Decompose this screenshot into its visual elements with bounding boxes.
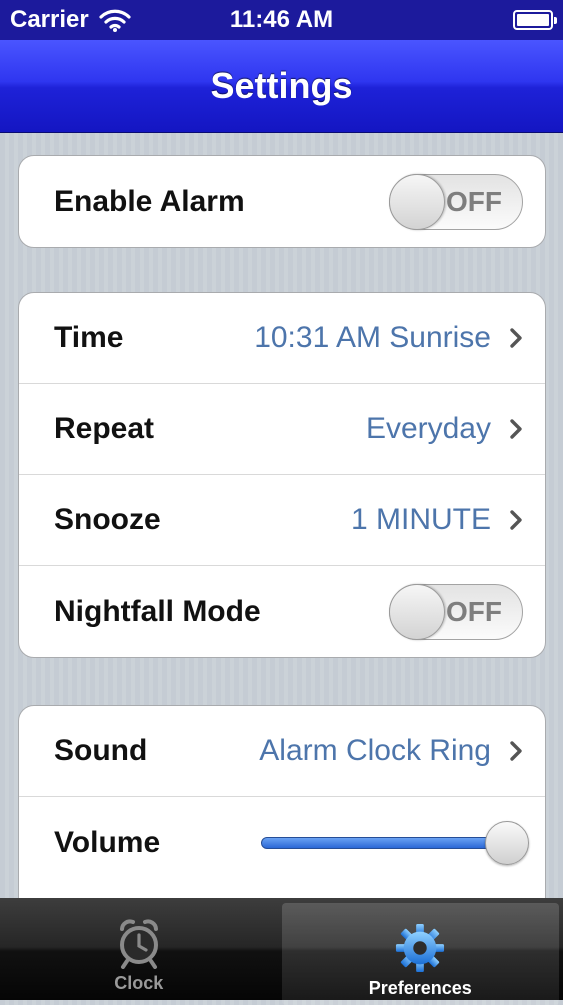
slider-track [261, 836, 507, 849]
repeat-value: Everyday [365, 412, 491, 445]
tab-clock[interactable]: Clock [0, 898, 278, 1000]
enable-alarm-row: Enable Alarm OFF [19, 156, 545, 247]
tab-bar: Clock Preferences [0, 898, 563, 1005]
tab-label: Clock [114, 973, 164, 993]
repeat-row[interactable]: Repeat Everyday [19, 384, 545, 475]
alarm-clock-icon [119, 919, 158, 969]
alarm-group: Enable Alarm OFF [18, 155, 546, 248]
status-time: 11:46 AM [229, 6, 334, 33]
sound-row[interactable]: Sound Alarm Clock Ring [19, 706, 545, 797]
gear-icon [396, 923, 445, 973]
toggle-state: OFF [446, 185, 502, 217]
page-title: Settings [210, 65, 353, 106]
toggle-state: OFF [446, 595, 502, 627]
snooze-row[interactable]: Snooze 1 MINUTE [19, 475, 545, 566]
enable-alarm-label: Enable Alarm [54, 184, 245, 218]
snooze-value: 1 MINUTE [350, 503, 491, 536]
volume-label: Volume [54, 825, 161, 859]
volume-row: Volume [19, 797, 545, 888]
volume-slider[interactable] [261, 820, 529, 865]
chevron-right-icon [510, 328, 522, 348]
toggle-knob [389, 173, 445, 230]
nightfall-mode-row: Nightfall Mode OFF [19, 566, 545, 657]
navigation-bar: Settings [0, 40, 563, 133]
schedule-group: Time 10:31 AM Sunrise Repeat Everyday Sn… [18, 292, 546, 658]
tab-label: Preferences [368, 978, 472, 998]
toggle-knob [389, 583, 445, 640]
time-value: 10:31 AM Sunrise [254, 321, 491, 354]
chevron-right-icon [510, 510, 522, 530]
repeat-label: Repeat [54, 412, 155, 445]
battery-level [517, 14, 549, 26]
time-row[interactable]: Time 10:31 AM Sunrise [19, 293, 545, 384]
chevron-right-icon [510, 741, 522, 761]
snooze-label: Snooze [54, 503, 161, 536]
tab-preferences[interactable]: Preferences [281, 903, 559, 1005]
nightfall-mode-toggle[interactable]: OFF [389, 583, 523, 640]
battery-icon [513, 10, 557, 30]
sound-value: Alarm Clock Ring [259, 734, 491, 767]
chevron-right-icon [510, 419, 522, 439]
status-bar: Carrier 11:46 AM [0, 0, 563, 40]
enable-alarm-toggle[interactable]: OFF [389, 173, 523, 230]
nightfall-mode-label: Nightfall Mode [54, 594, 261, 628]
sound-label: Sound [54, 734, 148, 767]
time-label: Time [54, 321, 124, 354]
slider-knob[interactable] [485, 820, 529, 865]
